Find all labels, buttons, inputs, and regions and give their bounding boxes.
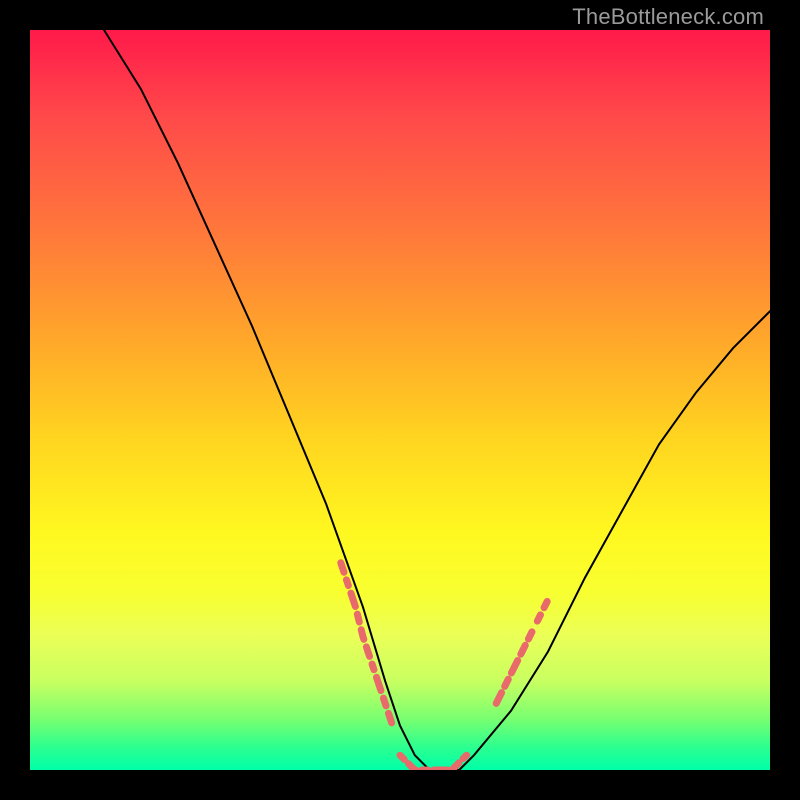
highlight-left-descent [341,563,393,726]
highlight-dashes [341,563,548,770]
watermark-text: TheBottleneck.com [572,4,764,30]
highlight-right-ascent [496,600,548,704]
bottleneck-curve [104,30,770,770]
highlight-valley-floor [400,755,467,770]
chart-svg [30,30,770,770]
chart-frame: TheBottleneck.com [0,0,800,800]
plot-area [30,30,770,770]
